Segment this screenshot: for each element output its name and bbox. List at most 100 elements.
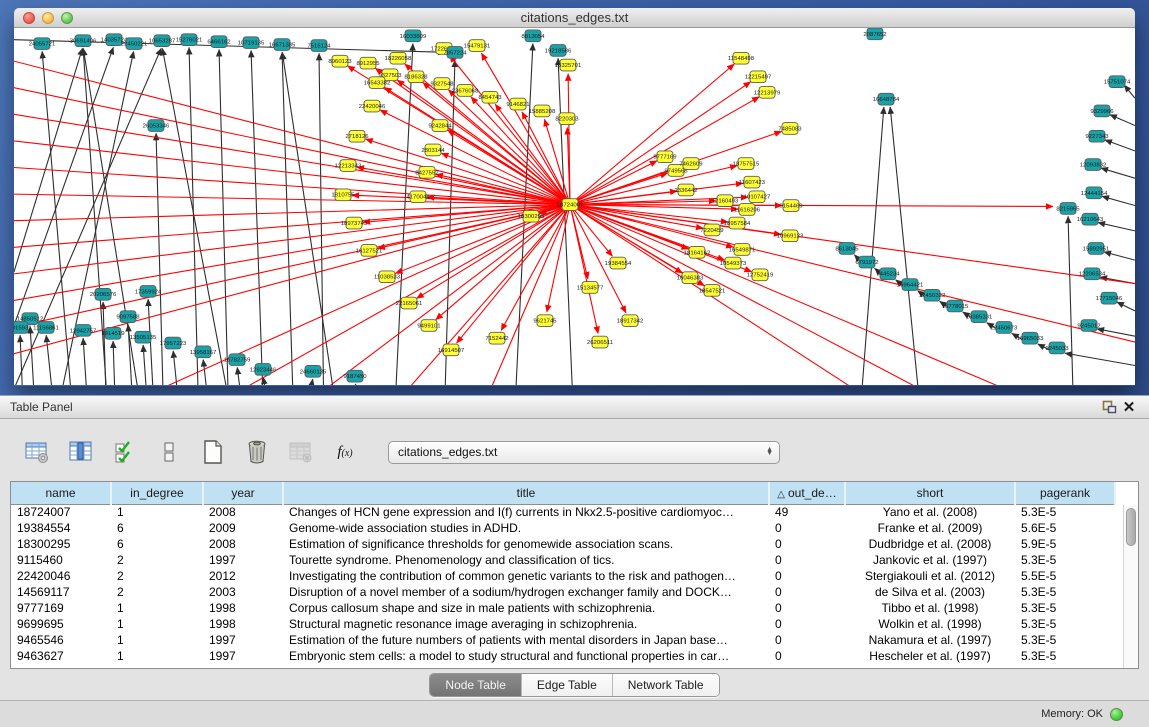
- cell-name[interactable]: 9115460: [11, 552, 111, 568]
- cell-out_de[interactable]: 0: [769, 584, 845, 600]
- column-header-name[interactable]: name: [11, 482, 111, 504]
- cell-out_de[interactable]: 0: [769, 616, 845, 632]
- selected-node[interactable]: 9242844: [428, 120, 452, 132]
- node[interactable]: 26053346: [143, 120, 170, 132]
- selected-node[interactable]: 16549871: [729, 244, 756, 256]
- selected-node[interactable]: 18973743: [341, 217, 368, 229]
- table-selector-dropdown[interactable]: citations_edges.txt ▲▼: [388, 441, 780, 464]
- tab-node-table[interactable]: Node Table: [430, 674, 522, 696]
- selected-node[interactable]: 18547521: [699, 285, 726, 297]
- node[interactable]: 16671385: [269, 39, 296, 51]
- table-row[interactable]: 1456911722003Disruption of a novel membe…: [11, 584, 1115, 600]
- cell-year[interactable]: 2009: [203, 520, 283, 536]
- node[interactable]: 24055721: [29, 38, 56, 50]
- delete-column-icon[interactable]: [242, 437, 272, 467]
- column-header-short[interactable]: short: [845, 482, 1015, 504]
- selected-node[interactable]: 7152442: [485, 332, 508, 344]
- node[interactable]: 9245012: [1077, 320, 1100, 332]
- cell-short[interactable]: Dudbridge et al. (2008): [845, 536, 1015, 552]
- node[interactable]: 16778015: [942, 300, 969, 312]
- column-header-year[interactable]: year: [203, 482, 283, 504]
- cell-out_de[interactable]: 0: [769, 552, 845, 568]
- node[interactable]: 1914519: [101, 327, 124, 339]
- cell-in_degree[interactable]: 6: [111, 520, 203, 536]
- cell-pagerank[interactable]: 5.3E-5: [1015, 616, 1115, 632]
- selected-node[interactable]: 11607423: [739, 176, 766, 188]
- selected-node[interactable]: 12213979: [754, 87, 781, 99]
- cell-short[interactable]: Jankovic et al. (1997): [845, 552, 1015, 568]
- table-row[interactable]: 1872400712008Changes of HCN gene express…: [11, 504, 1115, 520]
- cell-short[interactable]: Yano et al. (2008): [845, 504, 1015, 520]
- cell-pagerank[interactable]: 5.3E-5: [1015, 600, 1115, 616]
- cell-title[interactable]: Changes of HCN gene expression and I(f) …: [283, 504, 769, 520]
- selected-node[interactable]: 9777169: [653, 151, 676, 163]
- cell-out_de[interactable]: 0: [769, 600, 845, 616]
- node[interactable]: 10385331: [966, 311, 993, 323]
- selected-node[interactable]: 9146821: [506, 98, 529, 110]
- cell-name[interactable]: 22420046: [11, 568, 111, 584]
- column-header-out_de[interactable]: △out_de…: [769, 482, 845, 504]
- selected-node[interactable]: 26206511: [587, 336, 613, 348]
- cell-title[interactable]: Genome-wide association studies in ADHD.: [283, 520, 769, 536]
- cell-year[interactable]: 2003: [203, 584, 283, 600]
- cell-year[interactable]: 1997: [203, 552, 283, 568]
- selected-node[interactable]: 10969123: [777, 230, 804, 242]
- cell-name[interactable]: 9463627: [11, 648, 111, 664]
- node[interactable]: 17957223: [160, 337, 187, 349]
- close-window-icon[interactable]: [23, 12, 35, 24]
- cell-year[interactable]: 2008: [203, 504, 283, 520]
- cell-name[interactable]: 9465546: [11, 632, 111, 648]
- node[interactable]: 16648784: [873, 93, 900, 105]
- node[interactable]: 17715046: [1096, 292, 1123, 304]
- cell-out_de[interactable]: 0: [769, 632, 845, 648]
- cell-year[interactable]: 2008: [203, 536, 283, 552]
- column-visibility-icon[interactable]: [66, 437, 96, 467]
- selected-node[interactable]: 15885208: [529, 105, 556, 117]
- selected-node[interactable]: 8912955: [356, 57, 380, 69]
- cell-pagerank[interactable]: 5.9E-5: [1015, 536, 1115, 552]
- node[interactable]: 16964421: [897, 279, 924, 291]
- function-builder-icon[interactable]: f(x): [330, 437, 360, 467]
- table-row[interactable]: 2242004622012Investigating the contribut…: [11, 568, 1115, 584]
- selected-node[interactable]: 2803144: [421, 144, 445, 156]
- node[interactable]: 2087652: [863, 28, 886, 40]
- selected-node[interactable]: 12215497: [745, 71, 772, 83]
- cell-short[interactable]: Tibbo et al. (1998): [845, 600, 1015, 616]
- selected-node[interactable]: 9154469: [779, 200, 802, 212]
- selected-node[interactable]: 2336442: [674, 184, 697, 196]
- node[interactable]: 9445234: [876, 268, 900, 280]
- cell-pagerank[interactable]: 5.6E-5: [1015, 520, 1115, 536]
- table-scrollbar-thumb[interactable]: [1126, 508, 1136, 546]
- cell-short[interactable]: Nakamura et al. (1997): [845, 632, 1015, 648]
- zoom-window-icon[interactable]: [61, 12, 73, 24]
- cell-in_degree[interactable]: 1: [111, 648, 203, 664]
- cell-in_degree[interactable]: 1: [111, 632, 203, 648]
- table-mode-icon[interactable]: [22, 437, 52, 467]
- cell-name[interactable]: 18300295: [11, 536, 111, 552]
- table-row[interactable]: 1830029562008Estimation of significance …: [11, 536, 1115, 552]
- cell-title[interactable]: Disruption of a novel member of a sodium…: [283, 584, 769, 600]
- node[interactable]: 9245033: [1045, 342, 1069, 354]
- table-row[interactable]: 1938455462009Genome-wide association stu…: [11, 520, 1115, 536]
- node[interactable]: 15276021: [176, 34, 203, 46]
- column-header-title[interactable]: title: [283, 482, 769, 504]
- cell-year[interactable]: 1998: [203, 616, 283, 632]
- cell-name[interactable]: 19384554: [11, 520, 111, 536]
- node[interactable]: 19218586: [545, 45, 572, 57]
- cell-in_degree[interactable]: 1: [111, 504, 203, 520]
- cell-year[interactable]: 2012: [203, 568, 283, 584]
- selected-node[interactable]: 11548498: [728, 52, 755, 64]
- selected-node[interactable]: 4170044: [406, 191, 430, 203]
- selected-node[interactable]: 7220459: [700, 224, 723, 236]
- selected-node[interactable]: 8960123: [328, 55, 352, 67]
- node[interactable]: 7515124: [307, 40, 331, 52]
- selected-node[interactable]: 18757515: [733, 158, 760, 170]
- cell-title[interactable]: Structural magnetic resonance image aver…: [283, 616, 769, 632]
- cell-in_degree[interactable]: 2: [111, 584, 203, 600]
- cell-pagerank[interactable]: 5.3E-5: [1015, 552, 1115, 568]
- cell-short[interactable]: Stergiakouli et al. (2012): [845, 568, 1015, 584]
- selected-node[interactable]: 12752419: [747, 269, 774, 281]
- select-all-columns-icon[interactable]: [110, 437, 140, 467]
- selected-node[interactable]: 8220303: [555, 113, 579, 125]
- column-header-in_degree[interactable]: in_degree: [111, 482, 203, 504]
